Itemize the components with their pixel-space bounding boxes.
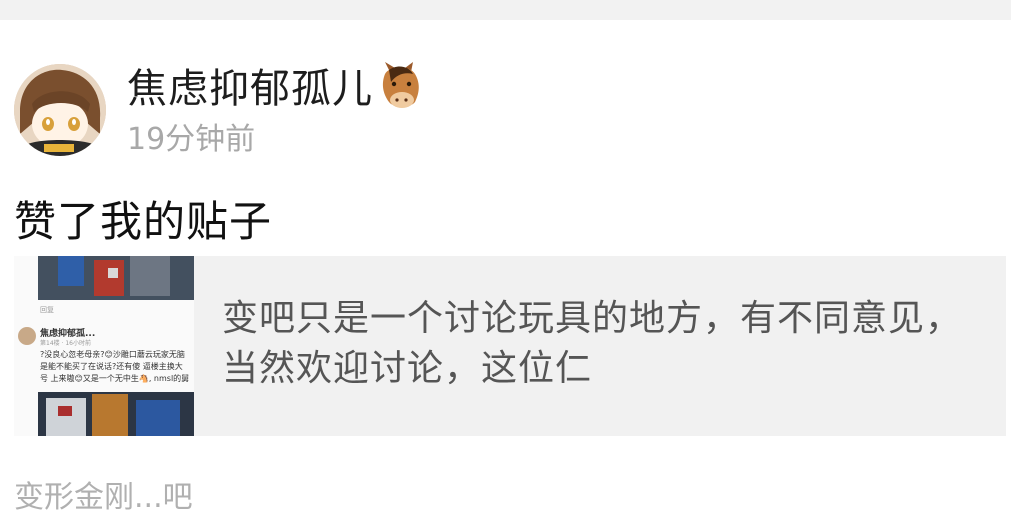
thumbnail-meta: 第14楼 · 16小时前 [40,340,91,347]
thumbnail-toy-photo-bottom [38,392,194,436]
anime-avatar-icon [14,64,106,156]
post-excerpt: 变吧只是一个讨论玩具的地方，有不同意见，当然欢迎讨论，这位仁 [222,298,963,389]
username-row: 焦虑抑郁孤儿 [127,60,425,112]
thumbnail-avatar [18,327,36,345]
thumbnail-reply-label: 回复 [40,306,54,314]
notification-action: 赞了我的贴子 [14,197,273,246]
thumbnail-toy-photo-top [38,256,194,300]
liked-post-card[interactable]: 回复 焦虑抑郁孤... 第14楼 · 16小时前 ?没良心忽老母亲?😊沙雕口蘑云… [14,256,1006,436]
top-separator-band [0,0,1011,20]
forum-name-link[interactable]: 变形金刚...吧 [14,472,193,516]
user-avatar[interactable] [14,64,106,156]
horse-face-icon [375,60,425,110]
thumbnail-text: ?没良心忽老母亲?😊沙雕口蘑云玩家无脑 是能不能买了在说话?还有傻 逼楼主换大号… [40,350,190,383]
notification-timestamp: 19分钟前 [127,122,256,157]
username[interactable]: 焦虑抑郁孤儿 [127,56,373,114]
post-thumbnail: 回复 焦虑抑郁孤... 第14楼 · 16小时前 ?没良心忽老母亲?😊沙雕口蘑云… [14,256,194,436]
